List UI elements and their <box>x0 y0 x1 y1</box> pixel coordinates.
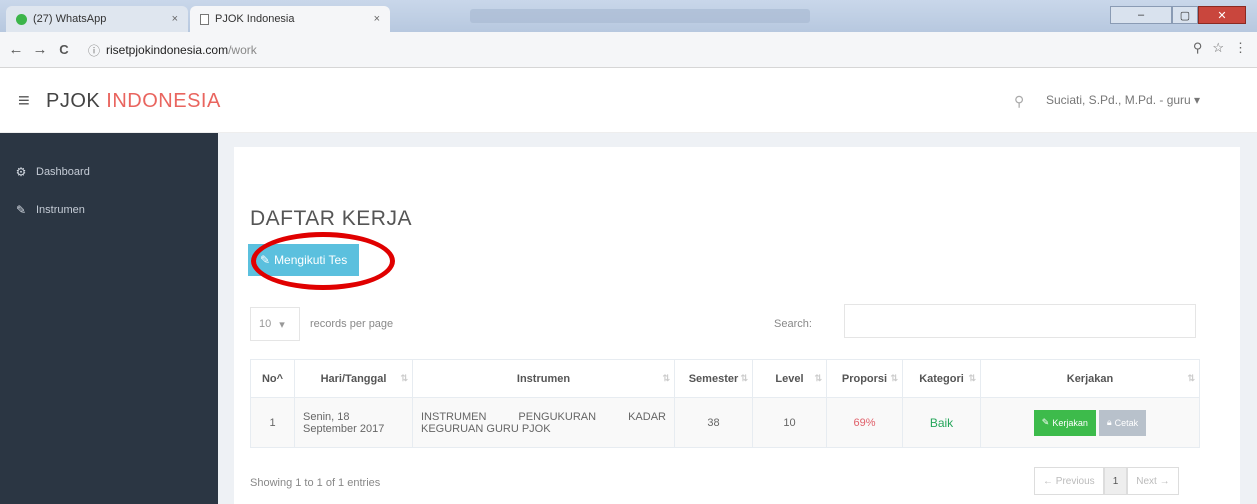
work-table: No^ Hari/Tanggal ⇅ Instrumen ⇅ Semester ⇅ L… <box>250 359 1200 448</box>
tab-whatsapp[interactable]: (27) WhatsApp × <box>6 6 188 32</box>
cell-actions: ✎ Kerjakan 🔒︎ Cetak <box>980 397 1200 448</box>
column-header-instrumen[interactable]: Instrumen ⇅ <box>412 359 675 398</box>
chevron-down-icon: ▾ <box>279 318 285 331</box>
url-field[interactable]: ⓘ risetpjokindonesia.com/work <box>88 37 1208 63</box>
tab-title: PJOK Indonesia <box>215 13 295 25</box>
maximize-button[interactable]: ▢ <box>1172 6 1198 24</box>
table-info: Showing 1 to 1 of 1 entries <box>250 477 381 489</box>
follow-test-label: Mengikuti Tes <box>274 253 348 267</box>
cell-level: 10 <box>752 397 827 448</box>
close-icon[interactable]: × <box>172 13 178 25</box>
column-header-date[interactable]: Hari/Tanggal ⇅ <box>294 359 413 398</box>
window-title-blurred <box>470 9 810 23</box>
table-header-row: No^ Hari/Tanggal ⇅ Instrumen ⇅ Semester ⇅ L… <box>250 359 1200 398</box>
menu-icon[interactable]: ⋮ <box>1234 40 1247 56</box>
cell-semester: 38 <box>674 397 753 448</box>
cetak-button[interactable]: 🔒︎ Cetak <box>1098 409 1147 436</box>
page-title: DAFTAR KERJA <box>250 207 412 230</box>
edit-icon: ✎ <box>15 203 27 217</box>
length-value: 10 <box>259 318 272 330</box>
search-icon[interactable]: ⚲ <box>1014 93 1024 110</box>
column-header-kategori[interactable]: Kategori ⇅ <box>902 359 981 398</box>
pencil-icon: ✎ <box>1041 417 1050 427</box>
dashboard-icon: ⚙ <box>15 165 27 179</box>
search-label: Search: <box>774 318 812 330</box>
column-header-proporsi[interactable]: Proporsi ⇅ <box>826 359 903 398</box>
reload-icon[interactable]: C <box>52 42 76 57</box>
search-input[interactable] <box>844 304 1196 338</box>
back-icon[interactable]: ← <box>4 41 28 58</box>
kerjakan-button[interactable]: ✎ Kerjakan <box>1033 409 1096 436</box>
follow-test-button[interactable]: ✎ Mengikuti Tes <box>248 244 360 276</box>
pencil-icon: ✎ <box>260 253 271 267</box>
column-header-semester[interactable]: Semester ⇅ <box>674 359 753 398</box>
pagination: ← Previous 1 Next → <box>1034 467 1179 495</box>
hamburger-icon[interactable]: ≡ <box>18 90 30 113</box>
tab-title: (27) WhatsApp <box>33 13 107 25</box>
column-header-no[interactable]: No^ <box>250 359 295 398</box>
cell-proporsi: 69% <box>826 397 903 448</box>
zoom-icon[interactable]: ⚲ <box>1193 40 1203 56</box>
column-header-kerjakan[interactable]: Kerjakan ⇅ <box>980 359 1200 398</box>
forward-icon[interactable]: → <box>28 41 52 58</box>
brand-text-1: PJOK <box>46 90 107 112</box>
sidebar-item-instrumen[interactable]: ✎ Instrumen <box>0 195 218 225</box>
close-window-button[interactable]: ✕ <box>1198 6 1246 24</box>
page-1-button[interactable]: 1 <box>1103 467 1128 495</box>
sidebar-item-label: Instrumen <box>36 204 85 216</box>
brand-text-2: INDONESIA <box>106 90 221 112</box>
star-icon[interactable]: ☆ <box>1212 40 1224 56</box>
close-icon[interactable]: × <box>374 13 380 25</box>
address-bar: ← → C ⓘ risetpjokindonesia.com/work ⚲ ☆ … <box>0 32 1257 68</box>
next-page-button[interactable]: Next → <box>1127 467 1179 495</box>
previous-page-button[interactable]: ← Previous <box>1034 467 1104 495</box>
length-label: records per page <box>310 318 394 330</box>
sidebar: ⚙ Dashboard ✎ Instrumen <box>0 133 218 504</box>
site-header: ≡ PJOK INDONESIA ⚲ Suciati, S.Pd., M.Pd.… <box>0 68 1257 133</box>
whatsapp-icon <box>16 13 27 25</box>
brand-logo[interactable]: PJOK INDONESIA <box>46 90 221 113</box>
cell-date: Senin, 18 September 2017 <box>294 397 413 448</box>
cell-no: 1 <box>250 397 295 448</box>
tab-pjok[interactable]: PJOK Indonesia × <box>190 6 390 32</box>
sidebar-item-dashboard[interactable]: ⚙ Dashboard <box>0 157 218 187</box>
content-panel: DAFTAR KERJA ✎ Mengikuti Tes 10 ▾ record… <box>234 147 1240 504</box>
column-header-level[interactable]: Level ⇅ <box>752 359 827 398</box>
records-per-page-select[interactable]: 10 ▾ <box>250 307 300 341</box>
minimize-button[interactable]: – <box>1110 6 1172 24</box>
kategori-value: Baik <box>929 415 954 430</box>
browser-titlebar: (27) WhatsApp × PJOK Indonesia × – ▢ ✕ <box>0 0 1257 32</box>
sidebar-item-label: Dashboard <box>36 166 90 178</box>
document-icon <box>200 13 209 25</box>
user-menu[interactable]: Suciati, S.Pd., M.Pd. - guru ▾ <box>1046 93 1200 107</box>
table-row: 1 Senin, 18 September 2017 INSTRUMEN PEN… <box>250 397 1200 448</box>
url-path: /work <box>228 43 257 57</box>
info-icon[interactable]: ⓘ <box>88 42 100 59</box>
cell-kategori: Baik <box>902 397 981 448</box>
lock-icon: 🔒︎ <box>1106 417 1112 427</box>
cell-instrumen: INSTRUMEN PENGUKURAN KADAR KEGURUAN GURU… <box>412 397 675 448</box>
url-host: risetpjokindonesia.com <box>106 43 229 57</box>
